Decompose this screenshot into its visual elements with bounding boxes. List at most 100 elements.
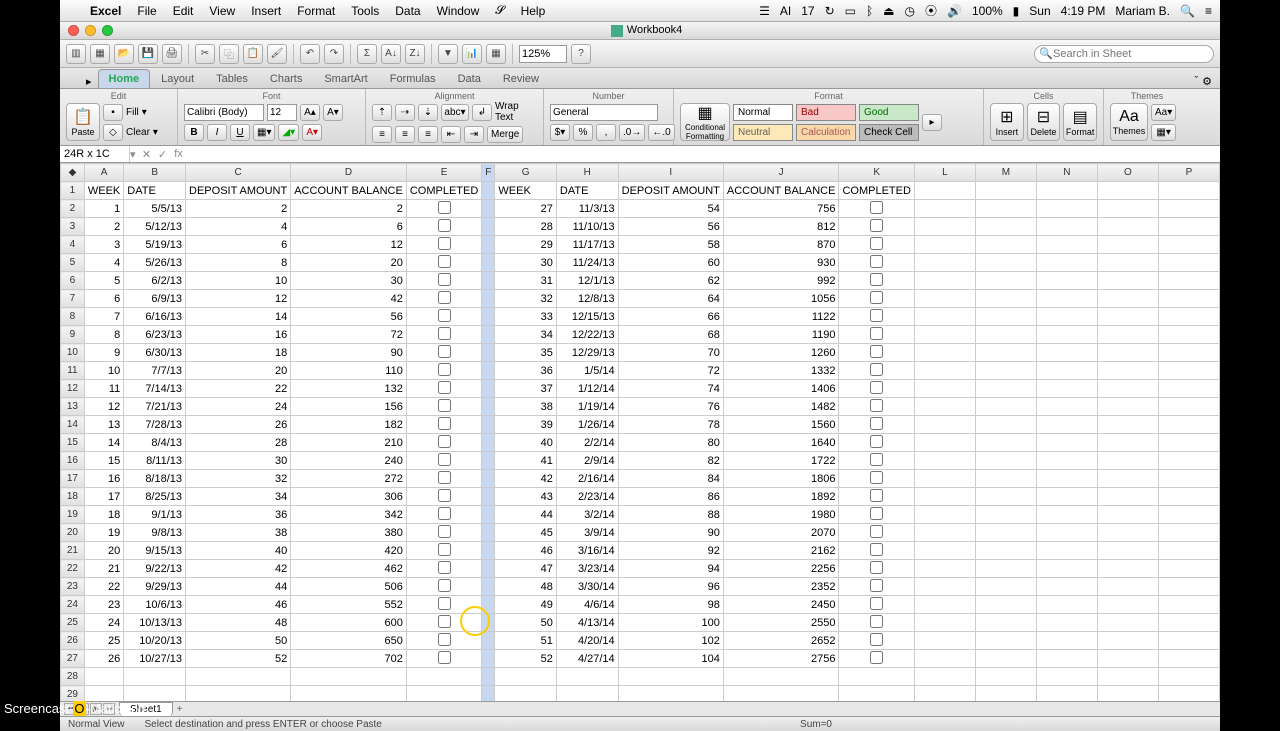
row-header[interactable]: 11 <box>61 362 85 380</box>
cell[interactable]: 27 <box>495 200 557 218</box>
cell[interactable] <box>1036 452 1097 470</box>
cell[interactable]: 2/23/14 <box>556 488 618 506</box>
cell[interactable]: 8 <box>186 254 291 272</box>
completed-checkbox[interactable] <box>870 363 883 376</box>
cell[interactable] <box>839 470 914 488</box>
completed-checkbox[interactable] <box>870 201 883 214</box>
style-neutral[interactable]: Neutral <box>733 124 793 141</box>
cell[interactable] <box>495 668 557 686</box>
cell[interactable] <box>1097 290 1158 308</box>
cell[interactable]: 12/29/13 <box>556 344 618 362</box>
cell[interactable] <box>914 362 975 380</box>
cell[interactable]: 11 <box>84 380 123 398</box>
cell[interactable] <box>482 578 495 596</box>
cell[interactable]: 11/24/13 <box>556 254 618 272</box>
app-menu[interactable]: Excel <box>82 4 129 18</box>
cell[interactable]: 9/1/13 <box>124 506 186 524</box>
cell[interactable] <box>482 398 495 416</box>
cell[interactable] <box>1036 686 1097 702</box>
cell[interactable] <box>975 506 1036 524</box>
cell[interactable]: 2256 <box>723 560 839 578</box>
insert-button[interactable]: ⊞Insert <box>990 103 1024 141</box>
cell[interactable] <box>1097 542 1158 560</box>
cell[interactable] <box>1097 560 1158 578</box>
cell[interactable]: 78 <box>618 416 723 434</box>
cell[interactable] <box>975 542 1036 560</box>
completed-checkbox[interactable] <box>438 363 451 376</box>
completed-checkbox[interactable] <box>870 291 883 304</box>
tab-layout[interactable]: Layout <box>150 69 205 88</box>
cell[interactable] <box>1158 362 1219 380</box>
cell[interactable] <box>1097 254 1158 272</box>
cell[interactable] <box>1097 524 1158 542</box>
cell[interactable] <box>914 182 975 200</box>
cell[interactable]: 870 <box>723 236 839 254</box>
completed-checkbox[interactable] <box>438 507 451 520</box>
cell[interactable]: 44 <box>495 506 557 524</box>
border-button[interactable]: ▦▾ <box>253 124 275 141</box>
indent-inc-button[interactable]: ⇥ <box>464 126 484 143</box>
cell[interactable] <box>1158 578 1219 596</box>
cell[interactable] <box>914 416 975 434</box>
cell[interactable] <box>839 218 914 236</box>
cell[interactable] <box>839 506 914 524</box>
completed-checkbox[interactable] <box>870 507 883 520</box>
cell[interactable] <box>914 326 975 344</box>
cell[interactable] <box>914 272 975 290</box>
cell[interactable] <box>914 578 975 596</box>
cell[interactable]: 12/1/13 <box>556 272 618 290</box>
cell[interactable] <box>1097 506 1158 524</box>
cell[interactable]: 1/26/14 <box>556 416 618 434</box>
cell[interactable] <box>406 398 481 416</box>
cell[interactable]: 756 <box>723 200 839 218</box>
cell[interactable]: 10/6/13 <box>124 596 186 614</box>
cell[interactable]: 1056 <box>723 290 839 308</box>
cell[interactable]: 24 <box>84 614 123 632</box>
cell[interactable]: 1190 <box>723 326 839 344</box>
cell[interactable]: 30 <box>495 254 557 272</box>
cell[interactable]: 600 <box>291 614 407 632</box>
cell[interactable] <box>975 560 1036 578</box>
cell[interactable]: 62 <box>618 272 723 290</box>
dec-dec-button[interactable]: ←.0 <box>648 124 674 141</box>
cell[interactable] <box>914 380 975 398</box>
cell[interactable]: 14 <box>84 434 123 452</box>
minimize-button[interactable] <box>85 25 96 36</box>
cell[interactable] <box>839 416 914 434</box>
cell[interactable]: 2/9/14 <box>556 452 618 470</box>
cell[interactable]: 4 <box>186 218 291 236</box>
col-header-P[interactable]: P <box>1158 164 1219 182</box>
cell[interactable]: 72 <box>291 326 407 344</box>
cell[interactable] <box>1158 416 1219 434</box>
row-header[interactable]: 2 <box>61 200 85 218</box>
cell[interactable] <box>723 686 839 702</box>
cell[interactable] <box>839 434 914 452</box>
cell[interactable] <box>975 470 1036 488</box>
cell[interactable] <box>839 326 914 344</box>
open-button[interactable]: 📂 <box>114 44 134 64</box>
col-header-N[interactable]: N <box>1036 164 1097 182</box>
cell[interactable] <box>975 308 1036 326</box>
cell[interactable] <box>839 398 914 416</box>
completed-checkbox[interactable] <box>870 525 883 538</box>
cell[interactable] <box>975 200 1036 218</box>
cell[interactable] <box>482 218 495 236</box>
eject-icon[interactable]: ⏏ <box>883 4 894 18</box>
cell[interactable]: 36 <box>186 506 291 524</box>
cell[interactable] <box>1158 686 1219 702</box>
cell[interactable] <box>975 218 1036 236</box>
wifi-icon[interactable]: ⦿ <box>925 2 937 19</box>
cell[interactable] <box>406 290 481 308</box>
row-header[interactable]: 29 <box>61 686 85 702</box>
percent-button[interactable]: % <box>573 124 593 141</box>
cell[interactable] <box>1158 326 1219 344</box>
cell[interactable]: 48 <box>186 614 291 632</box>
style-calculation[interactable]: Calculation <box>796 124 856 141</box>
cell[interactable]: 6/9/13 <box>124 290 186 308</box>
completed-checkbox[interactable] <box>870 345 883 358</box>
completed-checkbox[interactable] <box>870 489 883 502</box>
cell[interactable] <box>975 236 1036 254</box>
cell[interactable]: 10 <box>84 362 123 380</box>
cell[interactable]: 32 <box>186 470 291 488</box>
cell[interactable]: 30 <box>291 272 407 290</box>
